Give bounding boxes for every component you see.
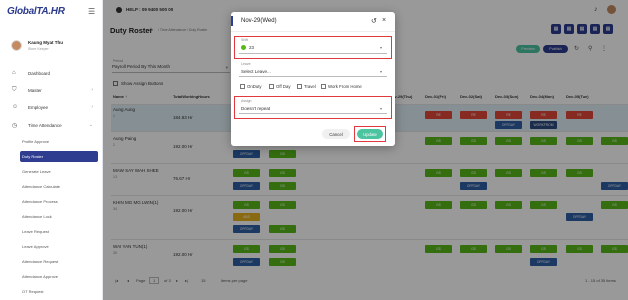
sub-item-attendance-process[interactable]: Attendance Process [22,196,100,207]
work-from-home-checkbox[interactable]: Work From Home [321,84,362,89]
sub-item-leave-request[interactable]: Leave Request [22,226,100,237]
users-icon: ☺ [12,104,19,110]
offday-checkbox[interactable]: Off Day [269,84,291,89]
shift-underline [239,53,387,54]
shift-field-highlight [234,36,392,59]
avatar[interactable] [11,40,22,51]
chevron-down-icon[interactable]: ▾ [380,106,382,111]
leave-label: Leave [241,62,251,66]
dialog-title: Nov-29(Wed) [241,18,277,24]
leave-underline [239,76,387,77]
chevron-right-icon: › [91,104,93,110]
checkbox-icon[interactable] [297,84,302,89]
clock-icon: ◷ [12,122,18,129]
assign-select[interactable]: Doesn't repeat [241,106,270,111]
checkbox-icon[interactable] [240,84,245,89]
assign-underline [239,113,387,114]
close-icon[interactable]: × [382,17,386,24]
cancel-button[interactable]: Cancel [322,129,350,139]
travel-checkbox[interactable]: Travel [297,84,316,89]
chevron-down-icon[interactable]: ▾ [380,45,382,50]
sidebar: GlobalTA.HR ☰ Kaung Myat Thu Store Keepe… [0,0,103,300]
shield-icon: ⛉ [12,86,17,93]
title-accent [231,16,233,26]
onduty-checkbox[interactable]: OnDuty [240,84,262,89]
nav-item-employee[interactable]: ☺ Employee › [0,100,103,114]
nav-item-master[interactable]: ⛉ Master › [0,83,103,97]
chevron-right-icon: › [91,87,93,93]
chevron-down-icon[interactable]: ▾ [380,69,382,74]
undo-icon[interactable]: ↺ [371,17,377,25]
sub-item-leave-approve[interactable]: Leave Approve [22,241,100,252]
update-button[interactable]: Update [357,129,383,139]
shift-label: Shift [241,38,249,42]
home-icon: ⌂ [12,70,16,76]
sub-item-attendance-approve[interactable]: Attendance Approve [22,271,100,282]
user-role: Store Keeper [28,47,49,51]
app-logo[interactable]: GlobalTA.HR [7,6,65,17]
user-name: Kaung Myat Thu [28,40,63,45]
checkbox-icon[interactable] [269,84,274,89]
shift-dialog: Nov-29(Wed) ↺ × Shift 23 ▾ Leave Select … [231,12,395,146]
leave-select[interactable]: Select Leave... [241,69,271,74]
checkbox-icon[interactable] [321,84,326,89]
nav-item-time-attendance[interactable]: ◷ Time Attendance ⌄ [0,118,103,132]
shift-select[interactable]: 23 [249,45,254,50]
sub-item-generate-leave[interactable]: Generate Leave [22,166,100,177]
chevron-down-icon: ⌄ [88,122,93,128]
status-dot-icon [241,45,246,50]
sub-item-attendance-calculate[interactable]: Attendance Calculate [22,181,100,192]
sub-item-attendance-lock[interactable]: Attendance Lock [22,211,100,222]
divider [231,31,395,32]
nav-item-dashboard[interactable]: ⌂ Dashboard [0,66,103,80]
menu-toggle-icon[interactable]: ☰ [88,7,95,16]
assign-label: Assign [241,99,252,103]
update-button-highlight: Update [354,126,386,142]
sub-item-ot-request[interactable]: OT Request [22,286,100,297]
sub-item-attendance-request[interactable]: Attendance Request [22,256,100,267]
sub-item-duty-roster[interactable]: Duty Roster [20,151,98,162]
sub-item-profile-approve[interactable]: Profile Approve [22,136,100,147]
